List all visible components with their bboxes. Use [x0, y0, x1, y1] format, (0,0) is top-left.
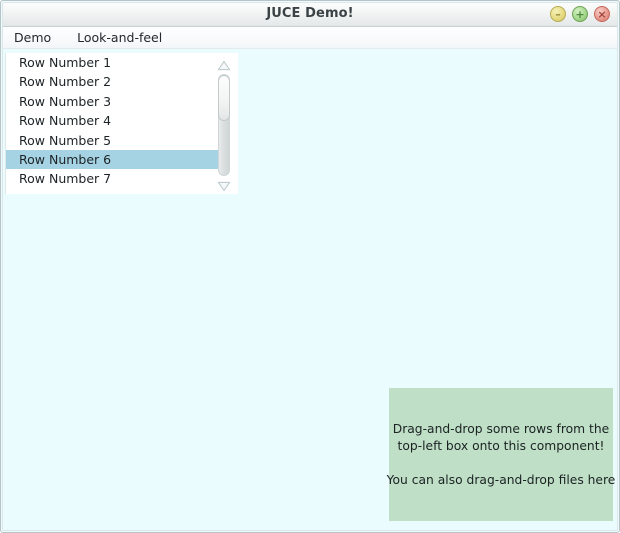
list-item[interactable]: Row Number 5: [6, 131, 221, 150]
title-bar[interactable]: JUCE Demo! – + ×: [2, 2, 618, 27]
list-item-selected[interactable]: Row Number 6: [6, 149, 221, 170]
dnd-instruction-line-3: You can also drag-and-drop files here: [386, 472, 616, 487]
row-list-box[interactable]: Row Number 1 Row Number 2 Row Number 3 R…: [5, 53, 238, 194]
drag-and-drop-target[interactable]: Drag-and-drop some rows from the top-lef…: [386, 388, 616, 521]
list-item[interactable]: Row Number 1: [6, 53, 221, 72]
close-icon: ×: [597, 7, 607, 21]
maximize-button[interactable]: +: [572, 6, 588, 22]
maximize-icon: +: [575, 7, 585, 21]
scroll-up-arrow-icon[interactable]: [217, 60, 231, 71]
minimize-icon: –: [555, 7, 561, 21]
list-item[interactable]: Row Number 2: [6, 72, 221, 91]
scroll-down-arrow-icon[interactable]: [217, 181, 231, 192]
menu-bar: Demo Look-and-feel: [2, 27, 618, 49]
close-button[interactable]: ×: [594, 6, 610, 22]
dnd-instruction-line-1: Drag-and-drop some rows from the: [392, 421, 610, 436]
list-item[interactable]: Row Number 4: [6, 111, 221, 130]
list-item[interactable]: Row Number 3: [6, 92, 221, 111]
minimize-button[interactable]: –: [550, 6, 566, 22]
app-window: JUCE Demo! – + × Demo Look-and-feel Row …: [0, 0, 620, 533]
menu-item-demo[interactable]: Demo: [12, 28, 61, 47]
list-item[interactable]: Row Number 7: [6, 169, 221, 188]
scrollbar-thumb[interactable]: [218, 75, 230, 121]
dnd-instruction-line-2: top-left box onto this component!: [397, 438, 605, 453]
client-area: Row Number 1 Row Number 2 Row Number 3 R…: [2, 49, 618, 532]
window-title: JUCE Demo!: [266, 6, 354, 21]
window-controls: – + ×: [550, 6, 610, 22]
row-list: Row Number 1 Row Number 2 Row Number 3 R…: [6, 53, 221, 189]
list-scrollbar[interactable]: [216, 58, 232, 192]
menu-item-look-and-feel[interactable]: Look-and-feel: [75, 28, 172, 47]
